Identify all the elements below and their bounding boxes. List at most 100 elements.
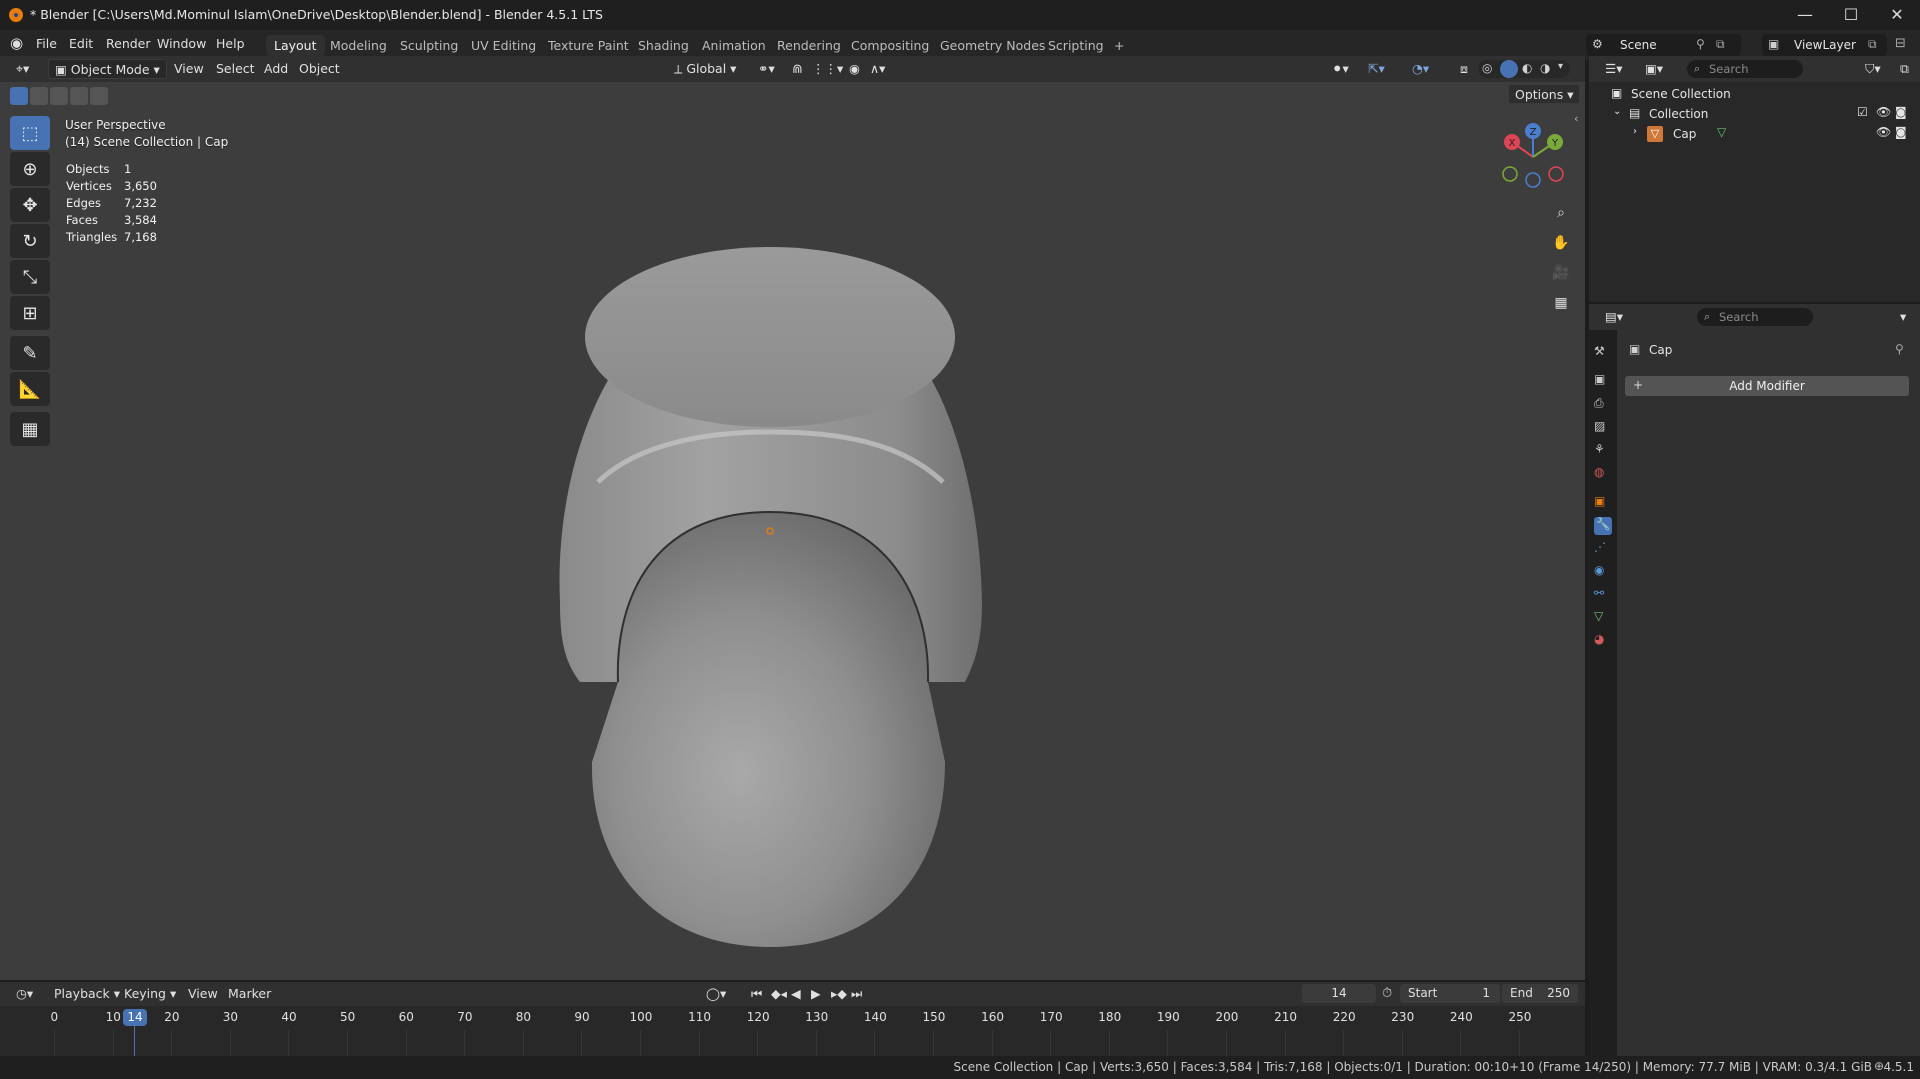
visibility-icon[interactable]: ⚫▾ bbox=[1326, 59, 1355, 79]
outliner-row-collection[interactable]: ⌄ ▤ Collection ☑ 👁 ◙ bbox=[1589, 104, 1920, 124]
outliner-row-scene-collection[interactable]: ▣ Scene Collection bbox=[1589, 84, 1920, 104]
end-frame-field[interactable]: End 250 bbox=[1502, 984, 1578, 1003]
tab-compositing[interactable]: Compositing bbox=[843, 35, 937, 56]
outliner-row-cap[interactable]: › ▽ Cap ▽ 👁 ◙ bbox=[1589, 124, 1920, 144]
modifier-tab-icon[interactable]: 🔧 bbox=[1594, 517, 1612, 535]
visibility-eye-icon[interactable]: 👁 bbox=[1876, 105, 1891, 119]
material-shading-icon[interactable]: ◐ bbox=[1522, 61, 1532, 75]
menu-marker[interactable]: Marker bbox=[222, 984, 277, 1004]
view-layer-selector[interactable]: ▣ ViewLayer ⧉ bbox=[1762, 34, 1887, 56]
remove-view-layer-icon[interactable]: ⊟ bbox=[1895, 36, 1906, 51]
xray-icon[interactable]: ⧈ bbox=[1454, 59, 1474, 79]
data-tab-icon[interactable]: ▽ bbox=[1594, 609, 1612, 627]
tab-modeling[interactable]: Modeling bbox=[322, 35, 395, 56]
cap-mesh-object[interactable] bbox=[540, 242, 1000, 962]
new-scene-icon[interactable]: ⧉ bbox=[1716, 37, 1725, 52]
particles-tab-icon[interactable]: ⋰ bbox=[1594, 540, 1612, 558]
pin-icon[interactable]: ⚲ bbox=[1696, 37, 1705, 51]
gizmo-toggle-icon[interactable]: ⇱▾ bbox=[1362, 59, 1391, 79]
tab-sculpting[interactable]: Sculpting bbox=[392, 35, 466, 56]
scene-selector[interactable]: ⚙ Scene ⚲ ⧉ bbox=[1586, 34, 1741, 56]
tab-uv-editing[interactable]: UV Editing bbox=[463, 35, 544, 56]
pin-properties-icon[interactable]: ⚲ bbox=[1895, 342, 1904, 356]
menu-keying[interactable]: Keying ▾ bbox=[118, 984, 182, 1004]
3d-viewport[interactable]: Options ▾ ⬚ ⊕ ✥ ↻ ⤡ ⊞ ✎ 📐 ▦ User Perspec… bbox=[0, 82, 1585, 980]
play-icon[interactable]: ▶ bbox=[805, 984, 827, 1004]
select-subtract-icon[interactable] bbox=[50, 87, 68, 105]
move-tool-icon[interactable]: ✥ bbox=[10, 188, 50, 222]
solid-shading-icon[interactable] bbox=[1500, 60, 1518, 78]
menu-window[interactable]: Window bbox=[157, 36, 206, 51]
add-cube-tool-icon[interactable]: ▦ bbox=[10, 412, 50, 446]
physics-tab-icon[interactable]: ◉ bbox=[1594, 563, 1612, 581]
render-camera-icon[interactable]: ◙ bbox=[1895, 105, 1907, 119]
playhead-frame[interactable]: 14 bbox=[123, 1009, 147, 1026]
cap-render-camera-icon[interactable]: ◙ bbox=[1895, 125, 1907, 139]
add-workspace-button[interactable]: + bbox=[1106, 35, 1132, 56]
play-reverse-icon[interactable]: ◀ bbox=[785, 984, 807, 1004]
menu-view[interactable]: View bbox=[168, 59, 210, 79]
mesh-data-icon[interactable]: ▽ bbox=[1717, 125, 1726, 139]
menu-playback[interactable]: Playback ▾ bbox=[48, 984, 126, 1004]
add-modifier-button[interactable]: + Add Modifier bbox=[1625, 376, 1909, 396]
gizmo-neg-z[interactable] bbox=[1525, 172, 1541, 188]
select-box-tool-icon[interactable]: ⬚ bbox=[10, 116, 50, 150]
menu-help[interactable]: Help bbox=[216, 36, 245, 51]
sidebar-toggle-icon[interactable]: ‹ bbox=[1574, 112, 1578, 125]
menu-file[interactable]: File bbox=[36, 36, 57, 51]
tool-tab-icon[interactable]: ⚒ bbox=[1594, 344, 1612, 362]
select-new-icon[interactable] bbox=[10, 87, 28, 105]
gizmo-neg-x[interactable] bbox=[1548, 166, 1564, 182]
tab-texture-paint[interactable]: Texture Paint bbox=[540, 35, 637, 56]
preview-range-icon[interactable]: ⏱ bbox=[1382, 986, 1392, 1001]
new-collection-icon[interactable]: ⧉ bbox=[1894, 59, 1915, 79]
wireframe-shading-icon[interactable]: ◎ bbox=[1482, 61, 1492, 75]
view-layer-tab-icon[interactable]: ▨ bbox=[1594, 419, 1612, 437]
perspective-toggle-icon[interactable]: ▦ bbox=[1548, 290, 1574, 316]
properties-search-input[interactable]: ⌕ Search bbox=[1697, 308, 1813, 326]
minimize-button[interactable]: — bbox=[1782, 0, 1828, 30]
menu-edit[interactable]: Edit bbox=[69, 36, 93, 51]
filter-icon[interactable]: ⛉▾ bbox=[1859, 59, 1887, 79]
tab-layout[interactable]: Layout bbox=[266, 35, 325, 56]
rendered-shading-icon[interactable]: ◑ bbox=[1540, 61, 1550, 75]
exclude-checkbox-icon[interactable]: ☑ bbox=[1857, 105, 1868, 119]
shading-options-icon[interactable]: ▾ bbox=[1558, 61, 1563, 72]
properties-editor-type-icon[interactable]: ▤▾ bbox=[1599, 307, 1629, 327]
start-frame-field[interactable]: Start 1 bbox=[1400, 984, 1500, 1003]
select-intersect-icon[interactable] bbox=[90, 87, 108, 105]
maximize-button[interactable]: ☐ bbox=[1828, 0, 1874, 30]
menu-object[interactable]: Object bbox=[293, 59, 346, 79]
jump-end-icon[interactable]: ⏭ bbox=[845, 984, 868, 1004]
gizmo-neg-y[interactable] bbox=[1502, 166, 1518, 182]
tab-geometry-nodes[interactable]: Geometry Nodes bbox=[932, 35, 1053, 56]
display-mode-icon[interactable]: ▣▾ bbox=[1639, 59, 1669, 79]
properties-options-icon[interactable]: ▾ bbox=[1894, 307, 1912, 327]
editor-type-icon[interactable]: ⌖▾ bbox=[10, 59, 35, 79]
falloff-icon[interactable]: ∧▾ bbox=[864, 59, 891, 79]
blender-menu-icon[interactable]: ◉ bbox=[10, 34, 23, 52]
close-button[interactable]: ✕ bbox=[1874, 0, 1920, 30]
transform-orientation-dropdown[interactable]: ⟂ Global ▾ bbox=[668, 59, 742, 79]
proportional-edit-icon[interactable]: ◉ bbox=[843, 59, 866, 79]
outliner-search-input[interactable]: ⌕ Search bbox=[1687, 60, 1803, 78]
new-view-layer-icon[interactable]: ⧉ bbox=[1868, 37, 1877, 52]
timeline[interactable]: 0 10 20 30 40 50 60 70 80 90 100 110 120 130 140 150 160… bbox=[0, 1006, 1585, 1056]
select-extend-icon[interactable] bbox=[30, 87, 48, 105]
options-dropdown[interactable]: Options ▾ bbox=[1508, 84, 1581, 104]
auto-keying-icon[interactable]: ◯▾ bbox=[700, 984, 732, 1004]
cursor-tool-icon[interactable]: ⊕ bbox=[10, 152, 50, 186]
camera-view-icon[interactable]: 🎥 bbox=[1548, 260, 1574, 286]
mode-dropdown[interactable]: ▣ Object Mode ▾ bbox=[48, 59, 167, 79]
outliner-editor-type-icon[interactable]: ☰▾ bbox=[1599, 59, 1628, 79]
transform-tool-icon[interactable]: ⊞ bbox=[10, 296, 50, 330]
menu-add[interactable]: Add bbox=[258, 59, 294, 79]
tab-animation[interactable]: Animation bbox=[694, 35, 774, 56]
timeline-editor-type-icon[interactable]: ◷▾ bbox=[10, 984, 39, 1004]
tab-shading[interactable]: Shading bbox=[630, 35, 697, 56]
material-tab-icon[interactable]: ◕ bbox=[1594, 632, 1612, 650]
render-tab-icon[interactable]: ▣ bbox=[1594, 372, 1612, 390]
tab-rendering[interactable]: Rendering bbox=[769, 35, 849, 56]
menu-render[interactable]: Render bbox=[106, 36, 151, 51]
current-frame-field[interactable]: 14 bbox=[1302, 984, 1376, 1003]
